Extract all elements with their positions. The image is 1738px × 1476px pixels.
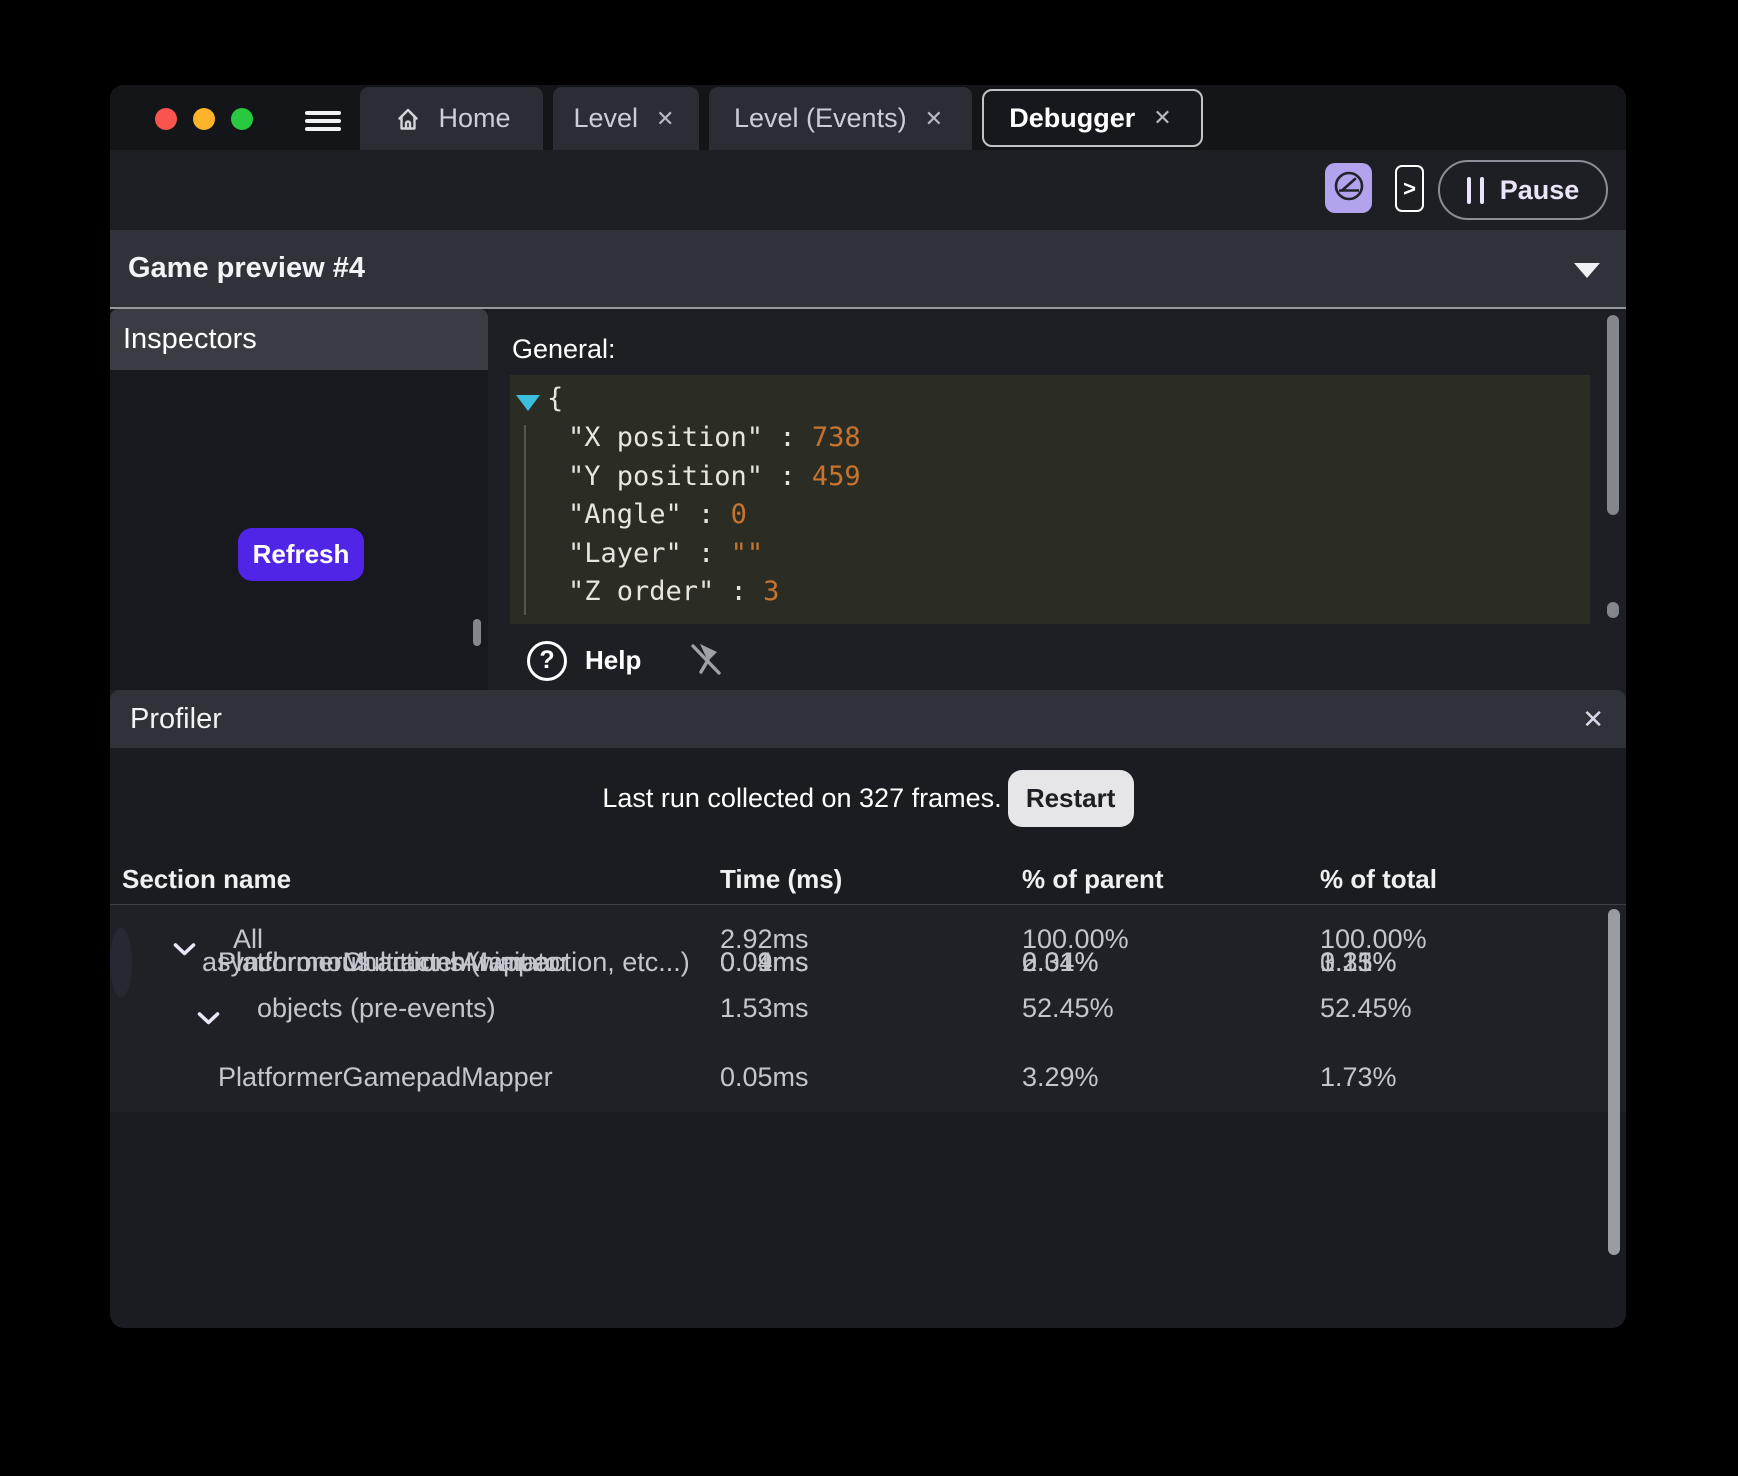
profiler-table-rows: All2.92ms100.00%100.00%asynchronous acti…	[110, 905, 1626, 1112]
tab-label: Level (Events)	[734, 103, 907, 134]
help-label: Help	[585, 645, 641, 676]
percent-total-cell: 1.23%	[1320, 947, 1397, 978]
profiler-row-platformermultitouchmapper[interactable]: PlatformerMultitouchMapper0.04ms2.34%1.2…	[110, 928, 132, 997]
general-scrollbar[interactable]	[1607, 315, 1619, 515]
section-name-cell: PlatformerGamepadMapper	[122, 1043, 720, 1112]
pause-icon	[1467, 177, 1484, 204]
profiler-header: Profiler ✕	[110, 690, 1626, 748]
profiler-table-header: Section name Time (ms) % of parent % of …	[110, 855, 1626, 904]
tab-close-icon[interactable]: ✕	[921, 104, 947, 134]
inspectors-title: Inspectors	[123, 323, 257, 356]
percent-total-cell: 52.45%	[1320, 993, 1626, 1024]
properties-json-view: { "X position" : 738 "Y position" : 459 "A…	[510, 375, 1590, 624]
tab-level-events-[interactable]: Level (Events) ✕	[709, 87, 972, 150]
percent-parent-cell: 3.29%	[1022, 1062, 1320, 1093]
percent-total-cell: 1.73%	[1320, 1062, 1626, 1093]
general-panel: General: { "X position" : 738 "Y position…	[488, 309, 1626, 690]
gauge-icon	[1331, 168, 1367, 209]
percent-parent-cell: 2.34%	[1022, 947, 1320, 978]
debugger-content: Inspectors Refresh InstancesPlayer (1)Pl…	[110, 309, 1626, 690]
json-scrollbar[interactable]	[1607, 602, 1619, 618]
json-indent-guide	[524, 425, 526, 615]
profiler-status-text: Last run collected on 327 frames.	[602, 783, 1001, 814]
help-icon[interactable]: ?	[527, 641, 567, 681]
inspectors-panel: Inspectors Refresh InstancesPlayer (1)Pl…	[110, 309, 488, 690]
section-name: objects (pre-events)	[257, 993, 496, 1024]
general-title: General:	[512, 334, 616, 365]
pause-button-label: Pause	[1500, 175, 1580, 206]
tab-debugger[interactable]: Debugger ✕	[982, 89, 1203, 147]
section-name-cell: PlatformerMultitouchMapper	[122, 928, 720, 997]
console-prompt-icon: >	[1403, 176, 1416, 202]
column-header-percent-total: % of total	[1320, 864, 1626, 895]
profiler-row-platformergamepadmapper[interactable]: PlatformerGamepadMapper 0.05ms3.29%1.73%	[110, 1043, 1626, 1112]
game-preview-title: Game preview #4	[128, 252, 365, 285]
console-button[interactable]: >	[1395, 165, 1424, 212]
tab-level[interactable]: Level ✕	[553, 87, 699, 150]
time-cell: 0.05ms	[720, 1062, 1022, 1093]
screenshot-canvas: Home Level ✕ Level (Events) ✕ Debugger ✕	[0, 0, 1738, 1476]
column-header-time: Time (ms)	[720, 864, 1022, 895]
pause-button[interactable]: Pause	[1438, 160, 1608, 220]
profiler-title: Profiler	[130, 703, 222, 736]
tab-label: Level	[574, 103, 639, 134]
json-property: "Z order" : 3	[568, 576, 779, 607]
json-property: "Angle" : 0	[568, 499, 747, 530]
refresh-button[interactable]: Refresh	[238, 528, 364, 581]
restart-button[interactable]: Restart	[1008, 770, 1134, 827]
time-cell: 1.53ms	[720, 993, 1022, 1024]
column-header-percent-parent: % of parent	[1022, 864, 1320, 895]
tab-bar: Home Level ✕ Level (Events) ✕ Debugger ✕	[110, 85, 1626, 150]
help-row: ? Help	[527, 639, 723, 682]
json-property: "Y position" : 459	[568, 461, 861, 492]
tab-home[interactable]: Home	[360, 87, 543, 150]
chevron-down-icon[interactable]	[197, 1002, 220, 1033]
json-open-brace: {	[547, 383, 563, 414]
tab-strip: Home Level ✕ Level (Events) ✕ Debugger ✕	[360, 87, 1203, 150]
preview-dropdown-caret-icon[interactable]	[1574, 263, 1600, 278]
game-preview-header[interactable]: Game preview #4	[110, 230, 1626, 309]
window-minimize-button[interactable]	[193, 108, 215, 130]
time-cell: 0.04ms	[720, 947, 1022, 978]
window-zoom-button[interactable]	[231, 108, 253, 130]
profiler-status-row: Last run collected on 327 frames. Restar…	[110, 768, 1626, 828]
inspectors-header: Inspectors	[110, 309, 488, 370]
profiler-body: Last run collected on 327 frames. Restar…	[110, 748, 1626, 1328]
tab-close-icon[interactable]: ✕	[652, 104, 678, 134]
section-name: PlatformerGamepadMapper	[218, 1062, 553, 1093]
collapse-triangle-icon[interactable]	[516, 395, 540, 411]
json-property: "Layer" : ""	[568, 538, 763, 569]
tab-close-icon[interactable]: ✕	[1149, 103, 1175, 133]
column-header-section-name: Section name	[122, 864, 720, 895]
profiler-toggle-button[interactable]	[1325, 163, 1372, 213]
tab-label: Home	[438, 103, 510, 134]
debugger-window: Home Level ✕ Level (Events) ✕ Debugger ✕	[110, 85, 1626, 1328]
debugger-toolbar: > Pause	[110, 150, 1626, 230]
home-icon	[392, 104, 424, 134]
profiler-close-icon[interactable]: ✕	[1582, 704, 1604, 735]
main-menu-icon[interactable]	[305, 111, 341, 131]
pin-off-icon[interactable]	[687, 639, 723, 682]
percent-parent-cell: 52.45%	[1022, 993, 1320, 1024]
tab-label: Debugger	[1009, 103, 1135, 134]
inspectors-scrollbar[interactable]	[473, 619, 481, 646]
window-close-button[interactable]	[155, 108, 177, 130]
json-property: "X position" : 738	[568, 422, 861, 453]
section-name: PlatformerMultitouchMapper	[218, 947, 557, 978]
profiler-scrollbar[interactable]	[1608, 909, 1620, 1255]
